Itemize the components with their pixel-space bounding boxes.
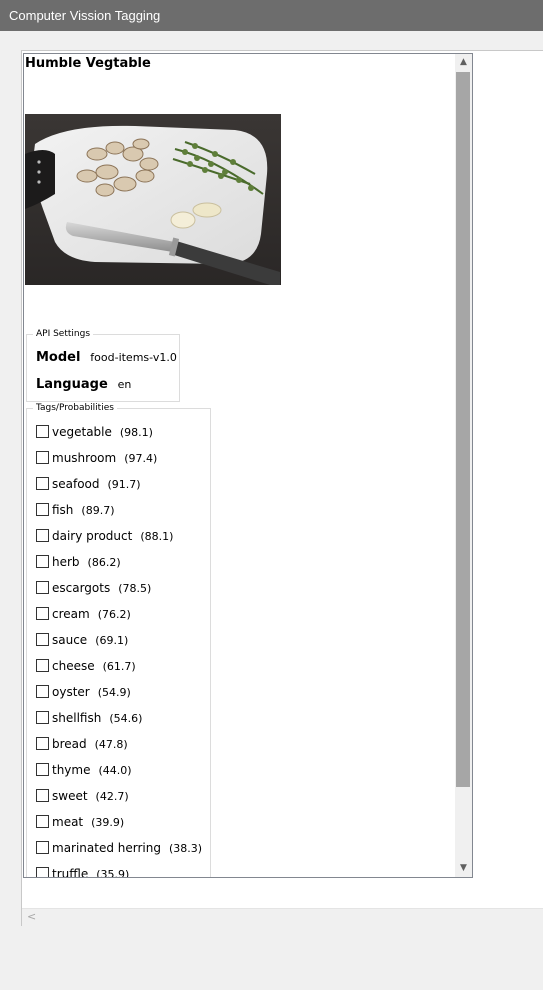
tag-name[interactable]: mushroom [52, 451, 116, 465]
tag-row: fish (89.7) [36, 500, 115, 520]
tag-checkbox[interactable] [36, 659, 49, 672]
tags-group-label: Tags/Probabilities [33, 402, 117, 414]
tag-checkbox[interactable] [36, 841, 49, 854]
tag-name[interactable]: thyme [52, 763, 90, 777]
tag-row: herb (86.2) [36, 552, 121, 572]
tag-row: meat (39.9) [36, 812, 124, 832]
tag-probability: (76.2) [97, 608, 131, 621]
tag-checkbox[interactable] [36, 815, 49, 828]
tag-probability: (86.2) [87, 556, 121, 569]
language-label: Language [36, 377, 108, 392]
tag-row: dairy product (88.1) [36, 526, 173, 546]
tag-checkbox[interactable] [36, 685, 49, 698]
tag-row: mushroom (97.4) [36, 448, 157, 468]
tag-checkbox[interactable] [36, 737, 49, 750]
tag-probability: (69.1) [95, 634, 129, 647]
tag-name[interactable]: seafood [52, 477, 100, 491]
tag-checkbox[interactable] [36, 425, 49, 438]
tag-probability: (35.9) [96, 868, 130, 878]
tag-row: cream (76.2) [36, 604, 131, 624]
tag-checkbox[interactable] [36, 503, 49, 516]
tag-name[interactable]: meat [52, 815, 83, 829]
tag-row: escargots (78.5) [36, 578, 151, 598]
tag-checkbox[interactable] [36, 789, 49, 802]
tag-checkbox[interactable] [36, 451, 49, 464]
tag-name[interactable]: sauce [52, 633, 87, 647]
tag-name[interactable]: vegetable [52, 425, 112, 439]
tag-checkbox[interactable] [36, 555, 49, 568]
scroll-up-icon[interactable]: ▲ [455, 54, 472, 71]
tag-row: cheese (61.7) [36, 656, 136, 676]
result-heading: Humble Vegtable [25, 56, 151, 71]
tag-probability: (88.1) [140, 530, 174, 543]
tag-probability: (38.3) [169, 842, 203, 855]
results-panel: Humble Vegtable API Settings Model food-… [23, 53, 473, 878]
tag-name[interactable]: shellfish [52, 711, 101, 725]
tag-probability: (54.9) [97, 686, 131, 699]
model-value: food-items-v1.0 [90, 351, 177, 364]
tag-name[interactable]: escargots [52, 581, 110, 595]
api-settings-group: API Settings Model food-items-v1.0 Langu… [26, 328, 180, 402]
tag-row: sauce (69.1) [36, 630, 128, 650]
tag-probability: (39.9) [91, 816, 125, 829]
tag-checkbox[interactable] [36, 867, 49, 877]
tag-row: shellfish (54.6) [36, 708, 142, 728]
language-value: en [117, 378, 132, 391]
tag-row: truffle (35.9) [36, 864, 130, 878]
tag-probability: (44.0) [98, 764, 132, 777]
tag-row: bread (47.8) [36, 734, 128, 754]
tag-checkbox[interactable] [36, 711, 49, 724]
tag-name[interactable]: oyster [52, 685, 90, 699]
food-image [25, 114, 281, 285]
tag-row: marinated herring (38.3) [36, 838, 202, 858]
window-title-bar: Computer Vission Tagging [0, 0, 543, 31]
tag-name[interactable]: bread [52, 737, 87, 751]
tag-probability: (54.6) [109, 712, 143, 725]
tag-name[interactable]: marinated herring [52, 841, 161, 855]
vertical-scrollbar[interactable]: ▲ ▼ [455, 54, 472, 877]
tag-probability: (98.1) [119, 426, 153, 439]
tag-checkbox[interactable] [36, 477, 49, 490]
scroll-down-icon[interactable]: ▼ [455, 860, 472, 877]
tag-checkbox[interactable] [36, 633, 49, 646]
scrollbar-thumb[interactable] [456, 72, 470, 787]
tag-checkbox[interactable] [36, 763, 49, 776]
tag-probability: (89.7) [81, 504, 115, 517]
tag-name[interactable]: cheese [52, 659, 95, 673]
tag-row: vegetable (98.1) [36, 422, 153, 442]
tag-checkbox[interactable] [36, 529, 49, 542]
scroll-left-icon[interactable]: < [27, 910, 36, 923]
api-settings-label: API Settings [33, 328, 94, 340]
tag-probability: (91.7) [107, 478, 141, 491]
window-title: Computer Vission Tagging [9, 8, 161, 23]
horizontal-scrollbar[interactable]: < [22, 908, 543, 926]
tag-probability: (97.4) [124, 452, 158, 465]
tag-name[interactable]: sweet [52, 789, 88, 803]
tag-name[interactable]: herb [52, 555, 80, 569]
tag-name[interactable]: truffle [52, 867, 88, 877]
tags-group: Tags/Probabilities vegetable (98.1) mushr… [26, 402, 211, 878]
tag-name[interactable]: cream [52, 607, 90, 621]
tag-checkbox[interactable] [36, 581, 49, 594]
tag-checkbox[interactable] [36, 607, 49, 620]
tag-name[interactable]: dairy product [52, 529, 132, 543]
tag-row: oyster (54.9) [36, 682, 131, 702]
tag-probability: (47.8) [94, 738, 128, 751]
model-row: Model food-items-v1.0 [36, 347, 177, 367]
tag-row: thyme (44.0) [36, 760, 132, 780]
tag-probability: (42.7) [95, 790, 129, 803]
tag-row: seafood (91.7) [36, 474, 141, 494]
tag-probability: (61.7) [102, 660, 136, 673]
tag-row: sweet (42.7) [36, 786, 129, 806]
tag-probability: (78.5) [118, 582, 152, 595]
tag-name[interactable]: fish [52, 503, 73, 517]
model-label: Model [36, 350, 81, 365]
language-row: Language en [36, 374, 131, 394]
